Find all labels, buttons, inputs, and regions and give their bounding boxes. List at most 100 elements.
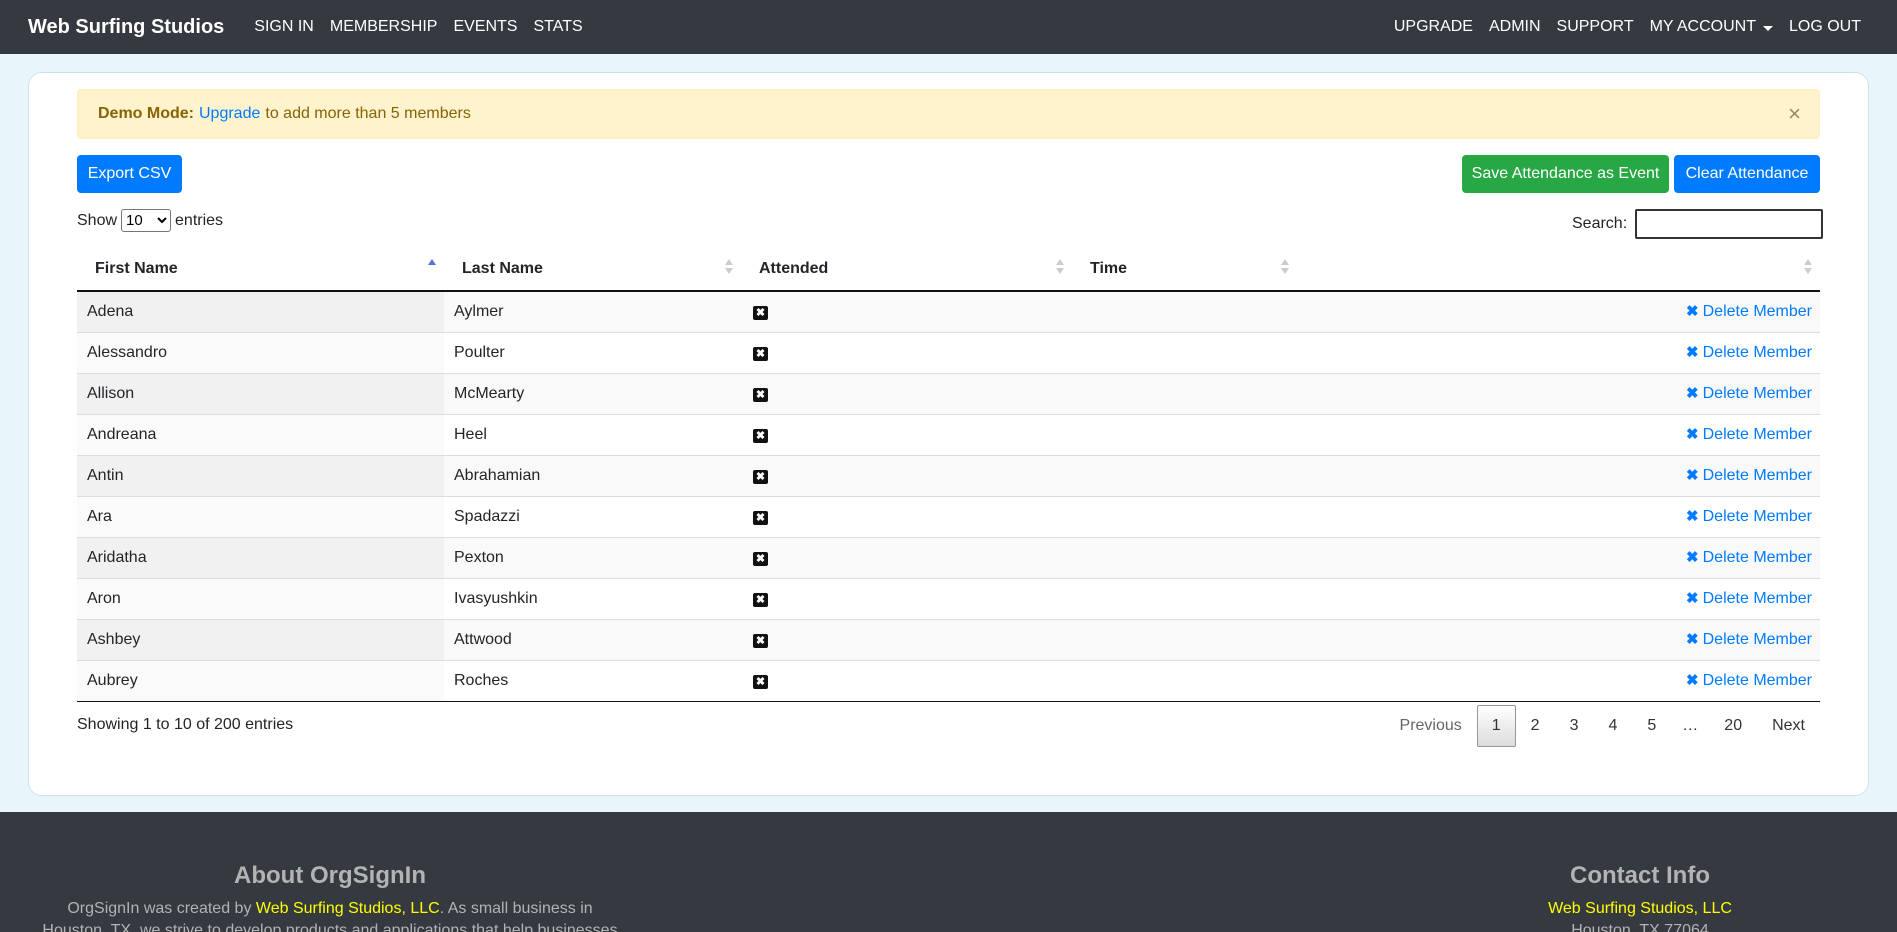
delete-member-label: Delete Member [1702, 303, 1812, 321]
header-actions[interactable] [1297, 248, 1820, 292]
delete-member-label: Delete Member [1702, 672, 1812, 689]
delete-member-link[interactable]: ✖ Delete Member [1297, 577, 1820, 619]
cell-last-name: Ivasyushkin [444, 577, 741, 619]
attended-x-icon[interactable]: ✖ [753, 469, 768, 484]
delete-x-icon: ✖ [1686, 508, 1699, 525]
cell-attended: ✖ [741, 659, 1072, 702]
footer-contact-link[interactable]: Web Surfing Studios, LLC [1548, 900, 1732, 917]
table-row: Aubrey Roches ✖ ✖ Delete Member [77, 659, 1820, 702]
footer-contact-title: Contact Info [1570, 862, 1710, 889]
cell-attended: ✖ [741, 291, 1072, 332]
export-csv-button[interactable]: Export CSV [77, 155, 182, 193]
delete-x-icon: ✖ [1686, 590, 1699, 607]
cell-first-name: Ara [77, 495, 444, 537]
header-time[interactable]: Time [1072, 248, 1297, 292]
attended-x-icon[interactable]: ✖ [753, 387, 768, 402]
entries-select[interactable]: 10 [121, 209, 172, 232]
header-first-name-label: First Name [95, 260, 178, 277]
delete-member-label: Delete Member [1702, 631, 1812, 648]
cell-time [1072, 372, 1297, 414]
delete-member-link[interactable]: ✖ Delete Member [1297, 659, 1820, 702]
members-card: Demo Mode: Upgrade to add more than 5 me… [28, 72, 1869, 796]
cell-time [1072, 577, 1297, 619]
header-attended-label: Attended [759, 260, 829, 277]
header-attended[interactable]: Attended [741, 248, 1072, 292]
clear-attendance-button[interactable]: Clear Attendance [1674, 155, 1820, 193]
cell-time [1072, 618, 1297, 660]
delete-member-link[interactable]: ✖ Delete Member [1297, 413, 1820, 455]
pagination-page-2[interactable]: 2 [1516, 705, 1555, 747]
attended-x-icon[interactable]: ✖ [753, 305, 768, 320]
members-table-body: Adena Aylmer ✖ ✖ Delete Member Alessandro Poul… [77, 291, 1820, 702]
nav-sign-in[interactable]: SIGN IN [246, 18, 322, 36]
attended-x-icon[interactable]: ✖ [753, 510, 768, 525]
table-header-row: First Name Last Name Attended Time [77, 248, 1820, 292]
cell-time [1072, 291, 1297, 332]
delete-member-label: Delete Member [1702, 549, 1812, 566]
table-row: Aron Ivasyushkin ✖ ✖ Delete Member [77, 577, 1820, 619]
delete-member-label: Delete Member [1702, 467, 1812, 484]
brand-logo[interactable]: Web Surfing Studios [28, 16, 224, 39]
attended-x-icon[interactable]: ✖ [753, 551, 768, 566]
nav-stats[interactable]: STATS [525, 18, 590, 36]
header-first-name[interactable]: First Name [77, 248, 444, 292]
save-attendance-button[interactable]: Save Attendance as Event [1462, 155, 1669, 193]
attended-x-icon[interactable]: ✖ [753, 346, 768, 361]
nav-upgrade[interactable]: UPGRADE [1386, 18, 1481, 36]
pagination-previous[interactable]: Previous [1385, 705, 1477, 747]
entries-label: entries [175, 211, 224, 229]
cell-first-name: Alessandro [77, 331, 444, 373]
attended-x-icon[interactable]: ✖ [753, 428, 768, 443]
delete-member-link[interactable]: ✖ Delete Member [1297, 372, 1820, 414]
table-row: Antin Abrahamian ✖ ✖ Delete Member [77, 454, 1820, 496]
sort-asc-icon [428, 259, 436, 277]
show-label: Show [77, 211, 118, 229]
delete-member-label: Delete Member [1702, 344, 1812, 361]
close-icon[interactable]: × [1788, 102, 1801, 126]
nav-events[interactable]: EVENTS [445, 18, 525, 36]
cell-time [1072, 454, 1297, 496]
table-row: Aridatha Pexton ✖ ✖ Delete Member [77, 536, 1820, 578]
delete-member-link[interactable]: ✖ Delete Member [1297, 495, 1820, 537]
cell-last-name: Heel [444, 413, 741, 455]
nav-my-account-dropdown[interactable]: MY ACCOUNT [1642, 18, 1781, 36]
cell-first-name: Adena [77, 291, 444, 332]
pagination-page-20[interactable]: 20 [1709, 705, 1757, 747]
header-last-name[interactable]: Last Name [444, 248, 741, 292]
attended-x-icon[interactable]: ✖ [753, 674, 768, 689]
nav-membership[interactable]: MEMBERSHIP [322, 18, 446, 36]
footer-company-link[interactable]: Web Surfing Studios, LLC [256, 900, 440, 917]
pagination-page-3[interactable]: 3 [1555, 705, 1594, 747]
attended-x-icon[interactable]: ✖ [753, 633, 768, 648]
pagination-page-4[interactable]: 4 [1593, 705, 1632, 747]
pagination-next[interactable]: Next [1757, 705, 1820, 747]
nav-log-out[interactable]: LOG OUT [1781, 18, 1869, 36]
cell-first-name: Aron [77, 577, 444, 619]
delete-member-link[interactable]: ✖ Delete Member [1297, 536, 1820, 578]
header-last-name-label: Last Name [462, 260, 543, 277]
pagination-ellipsis: … [1682, 717, 1699, 734]
nav-admin[interactable]: ADMIN [1481, 18, 1549, 36]
delete-member-link[interactable]: ✖ Delete Member [1297, 291, 1820, 332]
footer-about-text: OrgSignIn was created by Web Surfing Stu… [40, 898, 620, 932]
cell-attended: ✖ [741, 577, 1072, 619]
nav-support[interactable]: SUPPORT [1549, 18, 1642, 36]
search-label: Search: [1572, 215, 1628, 232]
delete-member-link[interactable]: ✖ Delete Member [1297, 331, 1820, 373]
cell-attended: ✖ [741, 536, 1072, 578]
alert-upgrade-link[interactable]: Upgrade [199, 105, 260, 123]
delete-member-link[interactable]: ✖ Delete Member [1297, 454, 1820, 496]
pagination-page-1[interactable]: 1 [1476, 705, 1516, 747]
cell-attended: ✖ [741, 372, 1072, 414]
table-row: Alessandro Poulter ✖ ✖ Delete Member [77, 331, 1820, 373]
cell-first-name: Aridatha [77, 536, 444, 578]
alert-text: to add more than 5 members [265, 105, 471, 122]
cell-attended: ✖ [741, 331, 1072, 373]
delete-member-link[interactable]: ✖ Delete Member [1297, 618, 1820, 660]
cell-first-name: Ashbey [77, 618, 444, 660]
search-input[interactable] [1635, 209, 1824, 239]
delete-x-icon: ✖ [1686, 467, 1699, 484]
pagination-page-5[interactable]: 5 [1632, 705, 1671, 747]
cell-time [1072, 495, 1297, 537]
attended-x-icon[interactable]: ✖ [753, 592, 768, 607]
